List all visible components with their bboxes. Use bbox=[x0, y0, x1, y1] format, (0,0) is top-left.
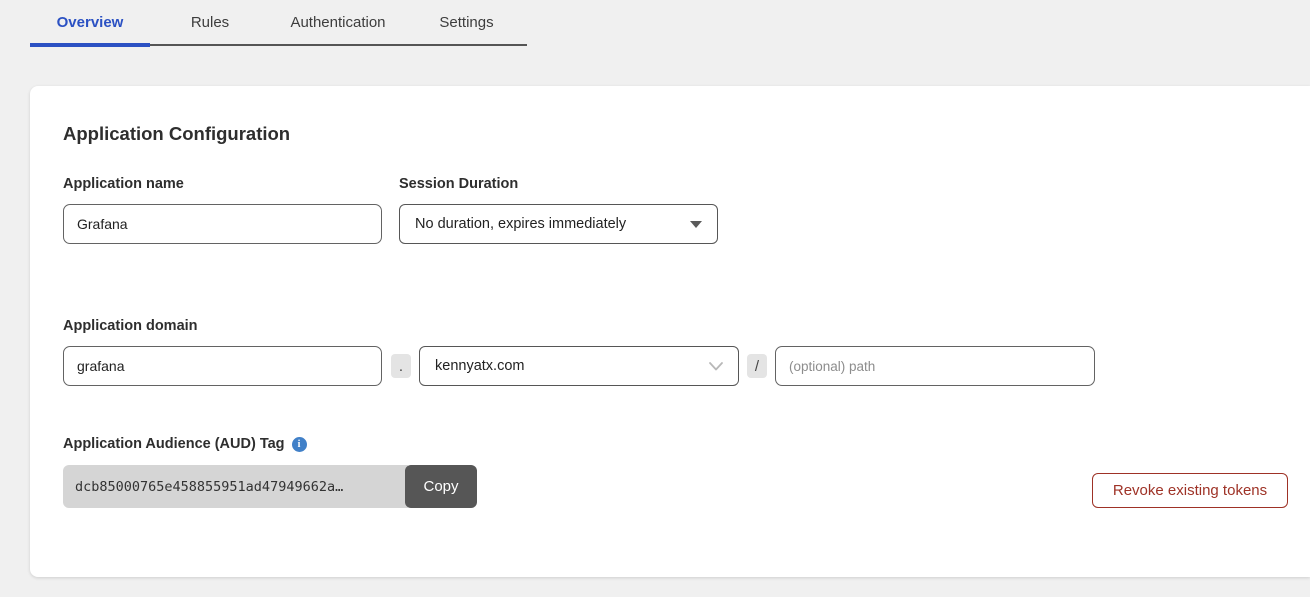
tab-settings[interactable]: Settings bbox=[406, 0, 527, 44]
application-domain-label: Application domain bbox=[63, 318, 198, 334]
aud-tag-label: Application Audience (AUD) Tag bbox=[63, 436, 285, 452]
tab-overview[interactable]: Overview bbox=[30, 0, 150, 44]
copy-button[interactable]: Copy bbox=[405, 465, 477, 508]
tab-rules[interactable]: Rules bbox=[150, 0, 270, 44]
revoke-existing-tokens-button[interactable]: Revoke existing tokens bbox=[1092, 473, 1288, 508]
aud-tag-row: dcb85000765e458855951ad47949662a… Copy bbox=[63, 465, 477, 508]
subdomain-input[interactable] bbox=[63, 346, 382, 386]
dot-separator: . bbox=[391, 354, 411, 378]
active-tab-indicator bbox=[30, 43, 150, 47]
caret-down-icon bbox=[690, 221, 702, 228]
domain-selected-value: kennyatx.com bbox=[435, 358, 524, 374]
domain-select[interactable]: kennyatx.com bbox=[419, 346, 739, 386]
tab-bar: Overview Rules Authentication Settings bbox=[30, 0, 527, 46]
session-duration-selected-value: No duration, expires immediately bbox=[415, 216, 626, 232]
session-duration-label: Session Duration bbox=[399, 176, 518, 192]
slash-separator: / bbox=[747, 354, 767, 378]
page-title: Application Configuration bbox=[63, 123, 290, 145]
path-input[interactable] bbox=[775, 346, 1095, 386]
application-name-label: Application name bbox=[63, 176, 184, 192]
session-duration-select[interactable]: No duration, expires immediately bbox=[399, 204, 718, 244]
chevron-down-icon bbox=[709, 362, 723, 371]
application-configuration-card: Application Configuration Application na… bbox=[30, 86, 1310, 577]
aud-tag-value: dcb85000765e458855951ad47949662a… bbox=[63, 465, 408, 508]
info-icon[interactable]: i bbox=[292, 437, 307, 452]
tab-authentication[interactable]: Authentication bbox=[270, 0, 406, 44]
aud-tag-label-row: Application Audience (AUD) Tag i bbox=[63, 436, 307, 452]
application-name-input[interactable] bbox=[63, 204, 382, 244]
